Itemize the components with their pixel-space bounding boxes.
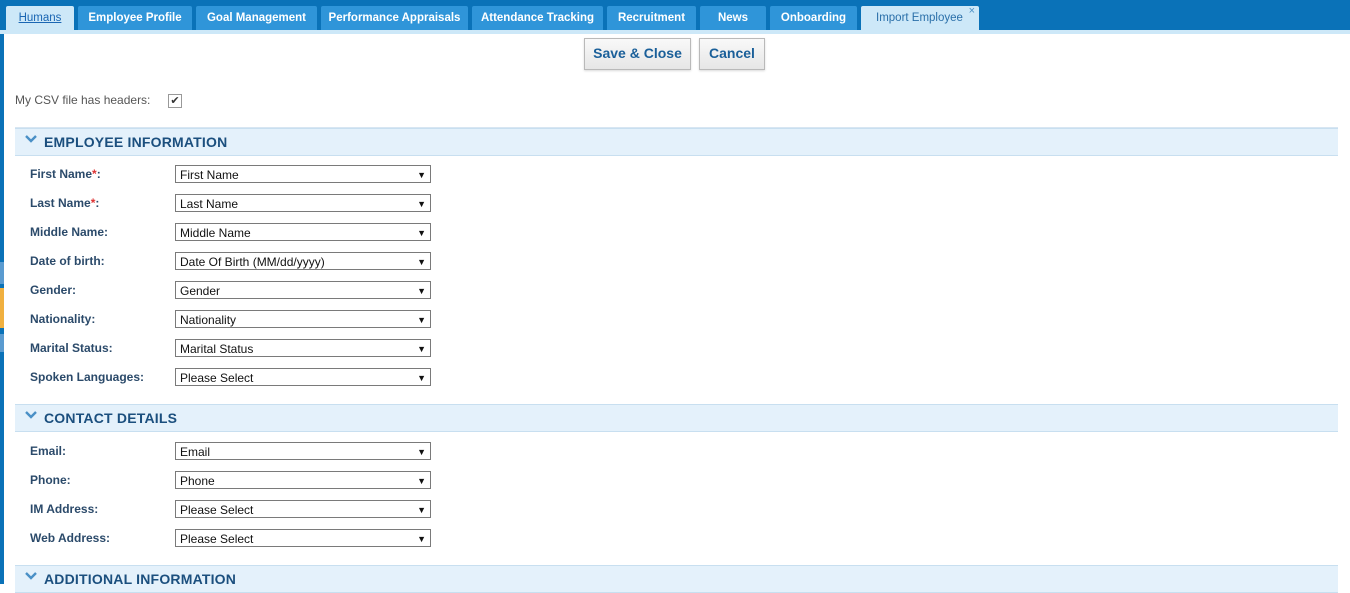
web-address-select[interactable]: Please Select ▼: [175, 529, 431, 547]
field-label-text: Last Name: [30, 196, 91, 210]
save-close-button[interactable]: Save & Close: [584, 38, 691, 70]
spoken-languages-label: Spoken Languages:: [30, 370, 145, 384]
select-value: Nationality: [180, 313, 237, 327]
im-address-label: IM Address:: [30, 502, 99, 516]
chevron-down-icon: [25, 411, 37, 419]
left-sidebar-marker: [0, 262, 4, 284]
section-contact-details[interactable]: CONTACT DETAILS: [15, 404, 1338, 432]
select-value: Middle Name: [180, 226, 251, 240]
nationality-label: Nationality:: [30, 312, 96, 326]
gender-select[interactable]: Gender ▼: [175, 281, 431, 299]
dropdown-arrow-icon: ▼: [417, 286, 426, 296]
first-name-select[interactable]: First Name ▼: [175, 165, 431, 183]
select-value: Date Of Birth (MM/dd/yyyy): [180, 255, 325, 269]
left-sidebar-marker: [0, 334, 4, 352]
marital-status-label: Marital Status:: [30, 341, 113, 355]
tab-onboarding[interactable]: Onboarding: [770, 6, 857, 30]
select-value: Please Select: [180, 532, 254, 546]
tab-humans[interactable]: Humans: [6, 6, 74, 30]
dropdown-arrow-icon: ▼: [417, 228, 426, 238]
last-name-label: Last Name*:: [30, 196, 99, 210]
label-colon: :: [96, 167, 101, 181]
csv-headers-checkbox[interactable]: ✔: [168, 94, 182, 108]
last-name-select[interactable]: Last Name ▼: [175, 194, 431, 212]
tab-recruitment[interactable]: Recruitment: [607, 6, 696, 30]
middle-name-select[interactable]: Middle Name ▼: [175, 223, 431, 241]
select-value: Last Name: [180, 197, 239, 211]
section-additional-information[interactable]: ADDITIONAL INFORMATION: [15, 565, 1338, 593]
select-value: Phone: [180, 474, 215, 488]
marital-status-select[interactable]: Marital Status ▼: [175, 339, 431, 357]
dropdown-arrow-icon: ▼: [417, 199, 426, 209]
date-of-birth-label: Date of birth:: [30, 254, 105, 268]
dropdown-arrow-icon: ▼: [417, 344, 426, 354]
field-label-text: First Name: [30, 167, 93, 181]
spoken-languages-select[interactable]: Please Select ▼: [175, 368, 431, 386]
csv-headers-label: My CSV file has headers:: [15, 93, 151, 107]
select-value: Please Select: [180, 503, 254, 517]
tab-news[interactable]: News: [700, 6, 766, 30]
phone-select[interactable]: Phone ▼: [175, 471, 431, 489]
email-select[interactable]: Email ▼: [175, 442, 431, 460]
gender-label: Gender:: [30, 283, 77, 297]
im-address-select[interactable]: Please Select ▼: [175, 500, 431, 518]
select-value: Gender: [180, 284, 221, 298]
chevron-down-icon: [25, 572, 37, 580]
select-value: Please Select: [180, 371, 254, 385]
dropdown-arrow-icon: ▼: [417, 373, 426, 383]
select-value: Email: [180, 445, 211, 459]
sidebar-expand-handle[interactable]: [0, 288, 4, 328]
close-icon[interactable]: ×: [969, 0, 975, 23]
tab-goal-management[interactable]: Goal Management: [196, 6, 317, 30]
first-name-label: First Name*:: [30, 167, 101, 181]
tab-attendance-tracking[interactable]: Attendance Tracking: [472, 6, 603, 30]
phone-label: Phone:: [30, 473, 71, 487]
tab-bar: Humans Employee Profile Goal Management …: [0, 0, 1350, 34]
date-of-birth-select[interactable]: Date Of Birth (MM/dd/yyyy) ▼: [175, 252, 431, 270]
dropdown-arrow-icon: ▼: [417, 505, 426, 515]
section-title: ADDITIONAL INFORMATION: [44, 571, 237, 587]
label-colon: :: [95, 196, 100, 210]
tab-import-employee-label: Import Employee: [876, 12, 963, 24]
dropdown-arrow-icon: ▼: [417, 534, 426, 544]
dropdown-arrow-icon: ▼: [417, 447, 426, 457]
dropdown-arrow-icon: ▼: [417, 315, 426, 325]
email-label: Email:: [30, 444, 67, 458]
nationality-select[interactable]: Nationality ▼: [175, 310, 431, 328]
section-title: EMPLOYEE INFORMATION: [44, 134, 228, 150]
section-title: CONTACT DETAILS: [44, 410, 178, 426]
middle-name-label: Middle Name:: [30, 225, 109, 239]
cancel-button[interactable]: Cancel: [699, 38, 765, 70]
dropdown-arrow-icon: ▼: [417, 476, 426, 486]
tab-performance-appraisals[interactable]: Performance Appraisals: [321, 6, 468, 30]
select-value: Marital Status: [180, 342, 254, 356]
dropdown-arrow-icon: ▼: [417, 257, 426, 267]
dropdown-arrow-icon: ▼: [417, 170, 426, 180]
tab-import-employee[interactable]: Import Employee ×: [861, 5, 979, 30]
chevron-down-icon: [25, 135, 37, 143]
select-value: First Name: [180, 168, 239, 182]
section-employee-information[interactable]: EMPLOYEE INFORMATION: [15, 128, 1338, 156]
tab-employee-profile[interactable]: Employee Profile: [78, 6, 192, 30]
web-address-label: Web Address:: [30, 531, 111, 545]
tab-bar-underline: [0, 30, 1350, 34]
